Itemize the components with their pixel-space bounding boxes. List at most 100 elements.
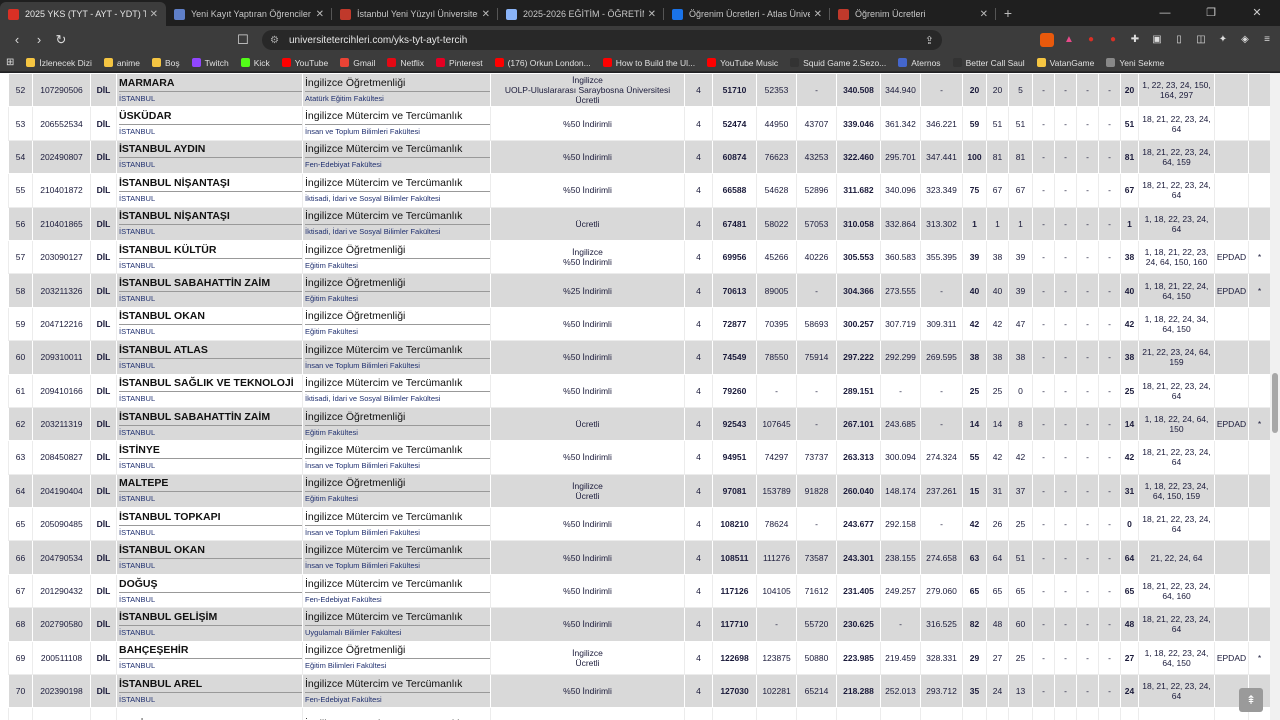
university-name[interactable]: İSTANBUL SABAHATTİN ZAİM [119, 276, 302, 293]
program-name[interactable]: İngilizce Mütercim ve Tercümanlık [305, 209, 490, 226]
program-name[interactable]: İngilizce Öğretmenliği [305, 643, 490, 660]
program-name[interactable]: İngilizce Mütercim ve Tercümanlık [305, 677, 490, 693]
university-cell[interactable]: DOĞUŞ İSTANBUL [116, 573, 303, 609]
extension-notify-icon[interactable]: ● [1106, 33, 1120, 47]
university-name[interactable]: MARMARA [119, 76, 302, 92]
university-cell[interactable]: İSTANBUL TOPKAPI İSTANBUL [116, 507, 303, 542]
bookmark-item[interactable]: Netflix [387, 58, 424, 68]
program-name[interactable]: İngilizce Öğretmenliği [305, 476, 490, 493]
university-name[interactable]: İSTANBUL AYDIN [119, 142, 302, 159]
table-row[interactable]: 69 200511108 DİL BAHÇEŞEHİR İSTANBUL İngilizc… [8, 640, 1271, 676]
program-name[interactable]: İngilizce Öğretmenliği [305, 410, 490, 426]
university-cell[interactable]: MARMARA İSTANBUL [116, 73, 303, 108]
tab-5[interactable]: Öğrenim Ücretleri ✕ [830, 2, 996, 26]
program-cell[interactable]: İngilizce Mütercim ve Tercümanlık İnsan v… [302, 440, 491, 475]
program-name[interactable]: İngilizce Mütercim ve Tercümanlık [305, 176, 490, 192]
university-name[interactable]: İSTANBUL KÜLTÜR [119, 243, 302, 259]
program-cell[interactable]: İngilizce Öğretmenliği Eğitim Fakültesi [302, 406, 491, 442]
close-window-icon[interactable]: ✕ [1234, 0, 1280, 26]
bookmark-item[interactable]: Yeni Sekme [1106, 58, 1164, 68]
table-row[interactable]: 61 209410166 DİL İSTANBUL SAĞLIK VE TEKNOLO… [8, 373, 1271, 408]
program-cell[interactable]: İngilizce Mütercim ve Tercümanlık İktisad… [302, 173, 491, 208]
program-cell[interactable]: İngilizce Mütercim ve Tercümanlık [302, 707, 491, 720]
program-cell[interactable]: İngilizce Öğretmenliği Eğitim Fakültesi [302, 473, 491, 509]
program-cell[interactable]: İngilizce Mütercim ve Tercümanlık İnsan v… [302, 106, 491, 141]
bookmark-item[interactable]: YouTube Music [707, 58, 778, 68]
university-name[interactable]: İSTANBUL NİŞANTAŞI [119, 209, 302, 226]
university-cell[interactable]: HALİÇ [116, 707, 303, 720]
bookmark-item[interactable]: Gmail [340, 58, 375, 68]
program-name[interactable]: İngilizce Öğretmenliği [305, 309, 490, 326]
table-row[interactable]: 67 201290432 DİL DOĞUŞ İSTANBUL İngilizce Müt… [8, 573, 1271, 609]
bookmark-item[interactable]: Boş [151, 58, 180, 68]
university-name[interactable]: İSTANBUL GELİŞİM [119, 610, 302, 626]
table-row[interactable]: 70 202390198 DİL İSTANBUL AREL İSTANBUL İngil… [8, 674, 1271, 709]
program-name[interactable]: İngilizce Mütercim ve Tercümanlık [305, 443, 490, 459]
tab-close-icon[interactable]: ✕ [648, 9, 656, 20]
university-cell[interactable]: MALTEPE İSTANBUL [116, 473, 303, 509]
bookmark-item[interactable]: VatanGame [1036, 58, 1094, 68]
table-row[interactable]: 52 107290506 DİL MARMARA İSTANBUL İngilizce Ö… [8, 73, 1271, 108]
media-icon[interactable]: ▣ [1150, 33, 1164, 47]
university-cell[interactable]: İSTANBUL AREL İSTANBUL [116, 674, 303, 709]
tab-close-icon[interactable]: ✕ [980, 9, 988, 20]
bookmark-item[interactable]: Aternos [898, 58, 941, 68]
vpn-icon[interactable]: ◈ [1238, 33, 1252, 47]
bookmark-item[interactable]: İzlenecek Dizi [26, 58, 92, 68]
bookmark-item[interactable]: Better Call Saul [952, 58, 1025, 68]
table-row[interactable]: 71 HALİÇİngilizce Mütercim ve Tercümanlık… [8, 707, 1271, 720]
table-row[interactable]: 57 203090127 DİL İSTANBUL KÜLTÜR İSTANBUL İng… [8, 239, 1271, 275]
restore-icon[interactable]: ❐ [1188, 0, 1234, 26]
address-bar[interactable]: ⚙ universitetercihleri.com/yks-tyt-ayt-t… [262, 30, 942, 50]
menu-icon[interactable]: ≡ [1260, 33, 1274, 47]
program-cell[interactable]: İngilizce Mütercim ve Tercümanlık İktisad… [302, 206, 491, 241]
university-name[interactable]: MALTEPE [119, 476, 302, 493]
table-row[interactable]: 65 205090485 DİL İSTANBUL TOPKAPI İSTANBUL İn… [8, 507, 1271, 542]
bookmark-item[interactable]: Kick [240, 58, 270, 68]
university-cell[interactable]: ÜSKÜDAR İSTANBUL [116, 106, 303, 141]
program-name[interactable]: İngilizce Mütercim ve Tercümanlık [305, 376, 490, 393]
program-name[interactable]: İngilizce Öğretmenliği [305, 276, 490, 293]
university-cell[interactable]: İSTANBUL GELİŞİM İSTANBUL [116, 607, 303, 642]
tab-close-icon[interactable]: ✕ [150, 9, 158, 20]
program-cell[interactable]: İngilizce Mütercim ve Tercümanlık Uygulam… [302, 607, 491, 642]
university-name[interactable]: İSTİNYE [119, 443, 302, 459]
wallet-icon[interactable]: ◫ [1194, 33, 1208, 47]
forward-icon[interactable]: › [28, 29, 50, 51]
university-name[interactable]: İSTANBUL SABAHATTİN ZAİM [119, 410, 302, 426]
program-cell[interactable]: İngilizce Öğretmenliği Eğitim Bilimleri F… [302, 640, 491, 676]
brave-shield-icon[interactable] [1040, 33, 1054, 47]
scrollbar-thumb[interactable] [1272, 373, 1278, 433]
university-cell[interactable]: BAHÇEŞEHİR İSTANBUL [116, 640, 303, 676]
rewards-icon[interactable]: ▲ [1062, 33, 1076, 47]
leo-icon[interactable]: ✦ [1216, 33, 1230, 47]
puzzle-icon[interactable]: ✚ [1128, 33, 1142, 47]
scroll-to-top-button[interactable]: ⇞ [1239, 688, 1263, 712]
program-cell[interactable]: İngilizce Mütercim ve Tercümanlık İnsan v… [302, 340, 491, 375]
university-cell[interactable]: İSTANBUL NİŞANTAŞI İSTANBUL [116, 173, 303, 208]
table-row[interactable]: 59 204712216 DİL İSTANBUL OKAN İSTANBUL İngil… [8, 306, 1271, 342]
university-cell[interactable]: İSTANBUL KÜLTÜR İSTANBUL [116, 239, 303, 275]
bookmark-item[interactable]: Twitch [191, 58, 229, 68]
program-cell[interactable]: İngilizce Mütercim ve Tercümanlık Fen-Ede… [302, 674, 491, 709]
program-cell[interactable]: İngilizce Mütercim ve Tercümanlık İnsan v… [302, 507, 491, 542]
table-row[interactable]: 60 209310011 DİL İSTANBUL ATLAS İSTANBUL İngi… [8, 340, 1271, 375]
table-row[interactable]: 62 203211319 DİL İSTANBUL SABAHATTİN ZAİM İS… [8, 406, 1271, 442]
sidebar-icon[interactable]: ▯ [1172, 33, 1186, 47]
tab-close-icon[interactable]: ✕ [482, 9, 490, 20]
university-name[interactable]: İSTANBUL SAĞLIK VE TEKNOLOJİ [119, 376, 302, 393]
table-row[interactable]: 63 208450827 DİL İSTİNYE İSTANBUL İngilizce M… [8, 440, 1271, 475]
university-name[interactable]: İSTANBUL OKAN [119, 309, 302, 326]
university-name[interactable]: DOĞUŞ [119, 577, 302, 593]
program-name[interactable]: İngilizce Mütercim ve Tercümanlık [305, 142, 490, 159]
university-cell[interactable]: İSTANBUL AYDIN İSTANBUL [116, 139, 303, 175]
program-name[interactable]: İngilizce Mütercim ve Tercümanlık [305, 510, 490, 526]
program-name[interactable]: İngilizce Mütercim ve Tercümanlık [305, 577, 490, 593]
bookmark-item[interactable]: anime [103, 58, 140, 68]
program-cell[interactable]: İngilizce Mütercim ve Tercümanlık Fen-Ede… [302, 139, 491, 175]
minimize-icon[interactable]: — [1142, 0, 1188, 26]
program-name[interactable]: İngilizce Mütercim ve Tercümanlık [305, 543, 490, 560]
university-cell[interactable]: İSTANBUL SAĞLIK VE TEKNOLOJİ İSTANBUL [116, 373, 303, 408]
extension-red-icon[interactable]: ● [1084, 33, 1098, 47]
university-name[interactable]: İSTANBUL OKAN [119, 543, 302, 560]
